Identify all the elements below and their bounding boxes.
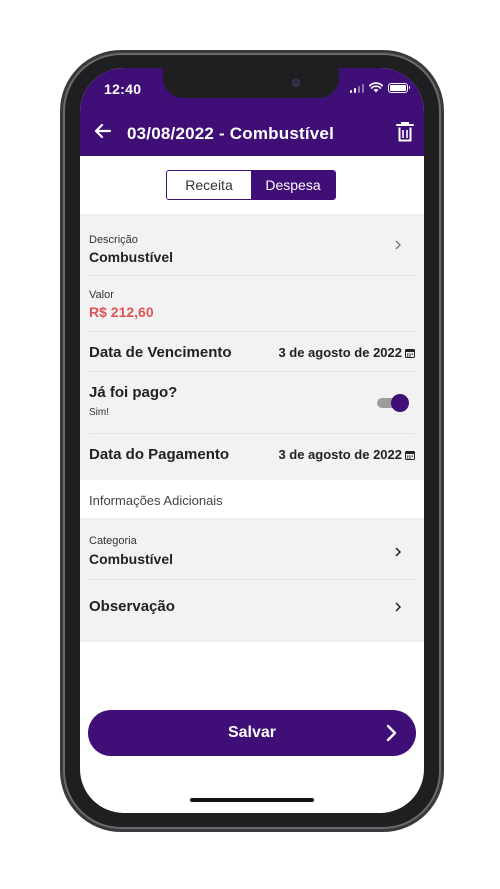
additional-info-header: Informações Adicionais bbox=[89, 493, 223, 508]
calendar-icon bbox=[405, 450, 415, 460]
status-icons bbox=[349, 82, 410, 93]
notch bbox=[163, 68, 339, 98]
wifi-icon bbox=[369, 82, 383, 93]
pago-toggle[interactable] bbox=[377, 394, 409, 412]
observacao-label: Observação bbox=[89, 598, 175, 615]
valor-value: R$ 212,60 bbox=[89, 304, 154, 320]
observacao-row[interactable]: Observação bbox=[89, 580, 415, 642]
pago-label: Já foi pago? bbox=[89, 384, 178, 401]
home-indicator[interactable] bbox=[190, 798, 314, 802]
pagamento-label: Data do Pagamento bbox=[89, 446, 230, 463]
categoria-value: Combustível bbox=[89, 551, 174, 567]
valor-label: Valor bbox=[89, 289, 114, 301]
additional-card: Categoria Combustível Observação bbox=[80, 518, 424, 642]
calendar-icon bbox=[405, 348, 415, 358]
pago-row: Já foi pago? Sim! bbox=[89, 372, 415, 434]
descricao-value: Combustível bbox=[89, 249, 174, 265]
app-screen: 12:40 03/08/2022 - Combustível Receita D… bbox=[80, 68, 424, 813]
app-bar: 12:40 03/08/2022 - Combustível bbox=[80, 68, 424, 156]
vencimento-row[interactable]: Data de Vencimento 3 de agosto de 2022 bbox=[89, 332, 415, 372]
vencimento-label: Data de Vencimento bbox=[89, 344, 232, 361]
tab-receita[interactable]: Receita bbox=[167, 171, 251, 199]
trash-icon[interactable] bbox=[396, 121, 414, 143]
back-arrow-icon[interactable] bbox=[92, 120, 114, 142]
status-time: 12:40 bbox=[104, 81, 142, 97]
save-button[interactable]: Salvar bbox=[88, 710, 416, 756]
page-title: 03/08/2022 - Combustível bbox=[127, 124, 335, 143]
vencimento-value: 3 de agosto de 2022 bbox=[278, 345, 402, 360]
pagamento-row[interactable]: Data do Pagamento 3 de agosto de 2022 bbox=[89, 434, 415, 480]
descricao-label: Descrição bbox=[89, 234, 138, 246]
categoria-label: Categoria bbox=[89, 535, 137, 547]
chevron-right-icon bbox=[395, 547, 402, 557]
camera bbox=[292, 79, 300, 87]
vencimento-date[interactable]: 3 de agosto de 2022 bbox=[278, 345, 415, 360]
chevron-right-icon bbox=[395, 602, 402, 612]
arrow-right-icon bbox=[386, 724, 397, 742]
save-label: Salvar bbox=[227, 724, 277, 741]
pagamento-date[interactable]: 3 de agosto de 2022 bbox=[278, 447, 415, 462]
signal-icon bbox=[349, 83, 364, 93]
valor-row[interactable]: Valor R$ 212,60 bbox=[89, 276, 415, 332]
tab-despesa[interactable]: Despesa bbox=[251, 171, 335, 199]
descricao-row[interactable]: Descrição Combustível bbox=[89, 214, 415, 276]
battery-icon bbox=[388, 82, 410, 93]
pago-sub: Sim! bbox=[89, 407, 109, 418]
type-toggle: Receita Despesa bbox=[166, 170, 336, 200]
chevron-right-icon bbox=[395, 240, 401, 250]
categoria-row[interactable]: Categoria Combustível bbox=[89, 518, 415, 580]
pagamento-value: 3 de agosto de 2022 bbox=[278, 447, 402, 462]
main-form-card: Descrição Combustível Valor R$ 212,60 Da… bbox=[80, 214, 424, 480]
